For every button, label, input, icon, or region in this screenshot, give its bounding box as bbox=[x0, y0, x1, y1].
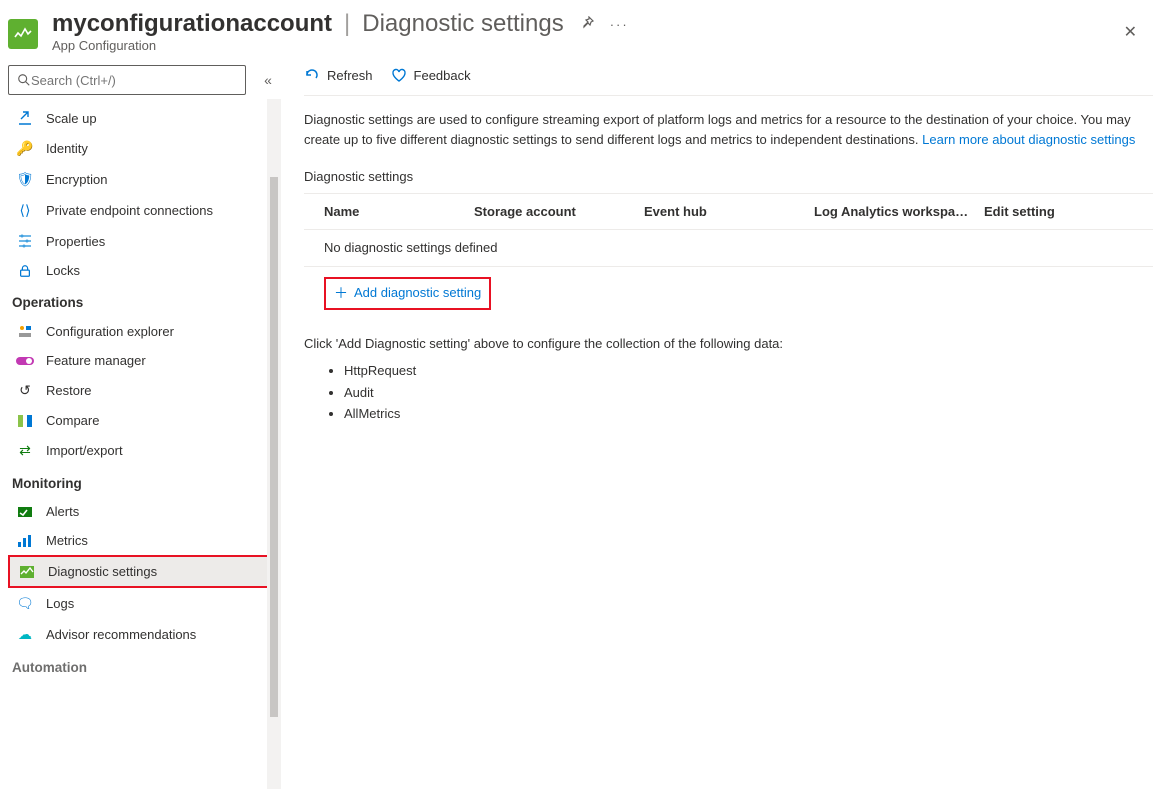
toggle-icon bbox=[16, 355, 34, 367]
sidebar-item-label: Locks bbox=[46, 263, 80, 278]
sidebar-item-label: Feature manager bbox=[46, 353, 146, 368]
nav-section-monitoring: Monitoring bbox=[8, 466, 280, 497]
sidebar-item-label: Properties bbox=[46, 234, 105, 249]
learn-more-link[interactable]: Learn more about diagnostic settings bbox=[922, 132, 1135, 147]
plus-icon: ＋ bbox=[334, 283, 348, 304]
close-button[interactable]: ✕ bbox=[1110, 16, 1151, 48]
toolbar: Refresh Feedback bbox=[304, 57, 1159, 95]
hint-text: Click 'Add Diagnostic setting' above to … bbox=[304, 334, 1153, 354]
col-storage-account: Storage account bbox=[474, 202, 644, 222]
sidebar-item-properties[interactable]: Properties bbox=[8, 226, 280, 256]
sidebar-item-label: Alerts bbox=[46, 504, 79, 519]
diagnostic-icon bbox=[18, 565, 36, 579]
sidebar-item-locks[interactable]: Locks bbox=[8, 256, 280, 285]
sidebar-item-metrics[interactable]: Metrics bbox=[8, 526, 280, 555]
resource-icon bbox=[8, 19, 38, 49]
resource-type: App Configuration bbox=[52, 38, 1110, 53]
sidebar-item-scale-up[interactable]: Scale up bbox=[8, 103, 280, 133]
refresh-button[interactable]: Refresh bbox=[304, 67, 373, 83]
resource-name: myconfigurationaccount bbox=[52, 10, 332, 38]
sidebar-scrollbar[interactable] bbox=[267, 99, 281, 789]
compare-icon bbox=[16, 414, 34, 428]
nav: Scale up 🔑 Identity 🛡 Encryption ⟨⟩ Private… bbox=[8, 103, 280, 787]
sidebar-item-label: Metrics bbox=[46, 533, 88, 548]
endpoint-icon: ⟨⟩ bbox=[16, 202, 34, 219]
sidebar-item-label: Import/export bbox=[46, 443, 123, 458]
feedback-button[interactable]: Feedback bbox=[391, 67, 471, 83]
add-diagnostic-setting-button[interactable]: ＋ Add diagnostic setting bbox=[324, 277, 491, 310]
sidebar-item-private-endpoints[interactable]: ⟨⟩ Private endpoint connections bbox=[8, 195, 280, 226]
intro-text: Diagnostic settings are used to configur… bbox=[304, 110, 1153, 149]
sidebar-item-diagnostic-settings[interactable]: Diagnostic settings bbox=[8, 555, 280, 588]
collapse-sidebar-button[interactable]: « bbox=[256, 72, 280, 88]
header-titles: myconfigurationaccount | Diagnostic sett… bbox=[52, 10, 1110, 53]
sidebar-item-logs[interactable]: 🗨 Logs bbox=[8, 588, 280, 619]
sidebar-item-advisor[interactable]: ☁ Advisor recommendations bbox=[8, 619, 280, 650]
config-explorer-icon bbox=[16, 323, 34, 339]
lock-icon bbox=[16, 264, 34, 278]
list-item: HttpRequest bbox=[344, 361, 1153, 381]
sidebar-item-label: Private endpoint connections bbox=[46, 203, 213, 218]
refresh-label: Refresh bbox=[327, 68, 373, 83]
sidebar-item-label: Compare bbox=[46, 413, 99, 428]
sidebar-item-label: Identity bbox=[46, 141, 88, 156]
sidebar-item-feature-manager[interactable]: Feature manager bbox=[8, 346, 280, 375]
section-label: Diagnostic settings bbox=[304, 167, 1153, 187]
sidebar-item-import-export[interactable]: ⇄ Import/export bbox=[8, 435, 280, 466]
add-label: Add diagnostic setting bbox=[354, 283, 481, 303]
shield-icon: 🛡 bbox=[16, 171, 34, 188]
advisor-icon: ☁ bbox=[16, 626, 34, 643]
col-event-hub: Event hub bbox=[644, 202, 814, 222]
empty-message: No diagnostic settings defined bbox=[304, 238, 497, 258]
logs-icon: 🗨 bbox=[16, 595, 34, 612]
blade-header: myconfigurationaccount | Diagnostic sett… bbox=[0, 0, 1159, 57]
feedback-label: Feedback bbox=[414, 68, 471, 83]
more-icon[interactable]: ··· bbox=[610, 17, 629, 32]
heart-icon bbox=[391, 67, 407, 83]
scale-up-icon bbox=[16, 110, 34, 126]
sidebar-item-label: Scale up bbox=[46, 111, 97, 126]
col-edit-setting: Edit setting bbox=[984, 202, 1055, 222]
diagnostic-settings-table: Name Storage account Event hub Log Analy… bbox=[304, 193, 1153, 320]
sidebar-item-encryption[interactable]: 🛡 Encryption bbox=[8, 164, 280, 195]
sidebar-item-label: Restore bbox=[46, 383, 92, 398]
sidebar-item-alerts[interactable]: Alerts bbox=[8, 497, 280, 526]
properties-icon bbox=[16, 233, 34, 249]
table-header: Name Storage account Event hub Log Analy… bbox=[304, 193, 1153, 231]
metrics-icon bbox=[16, 534, 34, 548]
search-input-wrap[interactable] bbox=[8, 65, 246, 95]
sidebar-item-config-explorer[interactable]: Configuration explorer bbox=[8, 316, 280, 346]
restore-icon: ↺ bbox=[16, 382, 34, 399]
search-input[interactable] bbox=[31, 73, 237, 88]
page-title: Diagnostic settings bbox=[362, 10, 563, 38]
scrollbar-thumb[interactable] bbox=[270, 177, 278, 717]
nav-section-operations: Operations bbox=[8, 285, 280, 316]
alerts-icon bbox=[16, 505, 34, 519]
sidebar-item-restore[interactable]: ↺ Restore bbox=[8, 375, 280, 406]
sidebar-item-compare[interactable]: Compare bbox=[8, 406, 280, 435]
list-item: Audit bbox=[344, 383, 1153, 403]
title-separator: | bbox=[344, 10, 350, 38]
sidebar-item-label: Encryption bbox=[46, 172, 107, 187]
sidebar-item-label: Logs bbox=[46, 596, 74, 611]
main-content: Refresh Feedback Diagnostic settings are… bbox=[280, 57, 1159, 789]
list-item: AllMetrics bbox=[344, 404, 1153, 424]
col-name: Name bbox=[304, 202, 474, 222]
sidebar-item-label: Configuration explorer bbox=[46, 324, 174, 339]
data-categories-list: HttpRequest Audit AllMetrics bbox=[344, 361, 1153, 424]
identity-icon: 🔑 bbox=[16, 140, 34, 157]
sidebar-item-identity[interactable]: 🔑 Identity bbox=[8, 133, 280, 164]
sidebar-item-label: Advisor recommendations bbox=[46, 627, 196, 642]
sidebar-item-label: Diagnostic settings bbox=[48, 564, 157, 579]
nav-section-automation: Automation bbox=[8, 650, 280, 681]
pin-icon[interactable] bbox=[580, 16, 596, 32]
table-row-empty: No diagnostic settings defined bbox=[304, 230, 1153, 267]
refresh-icon bbox=[304, 67, 320, 83]
col-log-analytics: Log Analytics workspa… bbox=[814, 202, 984, 222]
import-export-icon: ⇄ bbox=[16, 442, 34, 459]
sidebar: « Scale up 🔑 Identity 🛡 Encryption ⟨⟩ Priva… bbox=[0, 57, 280, 789]
